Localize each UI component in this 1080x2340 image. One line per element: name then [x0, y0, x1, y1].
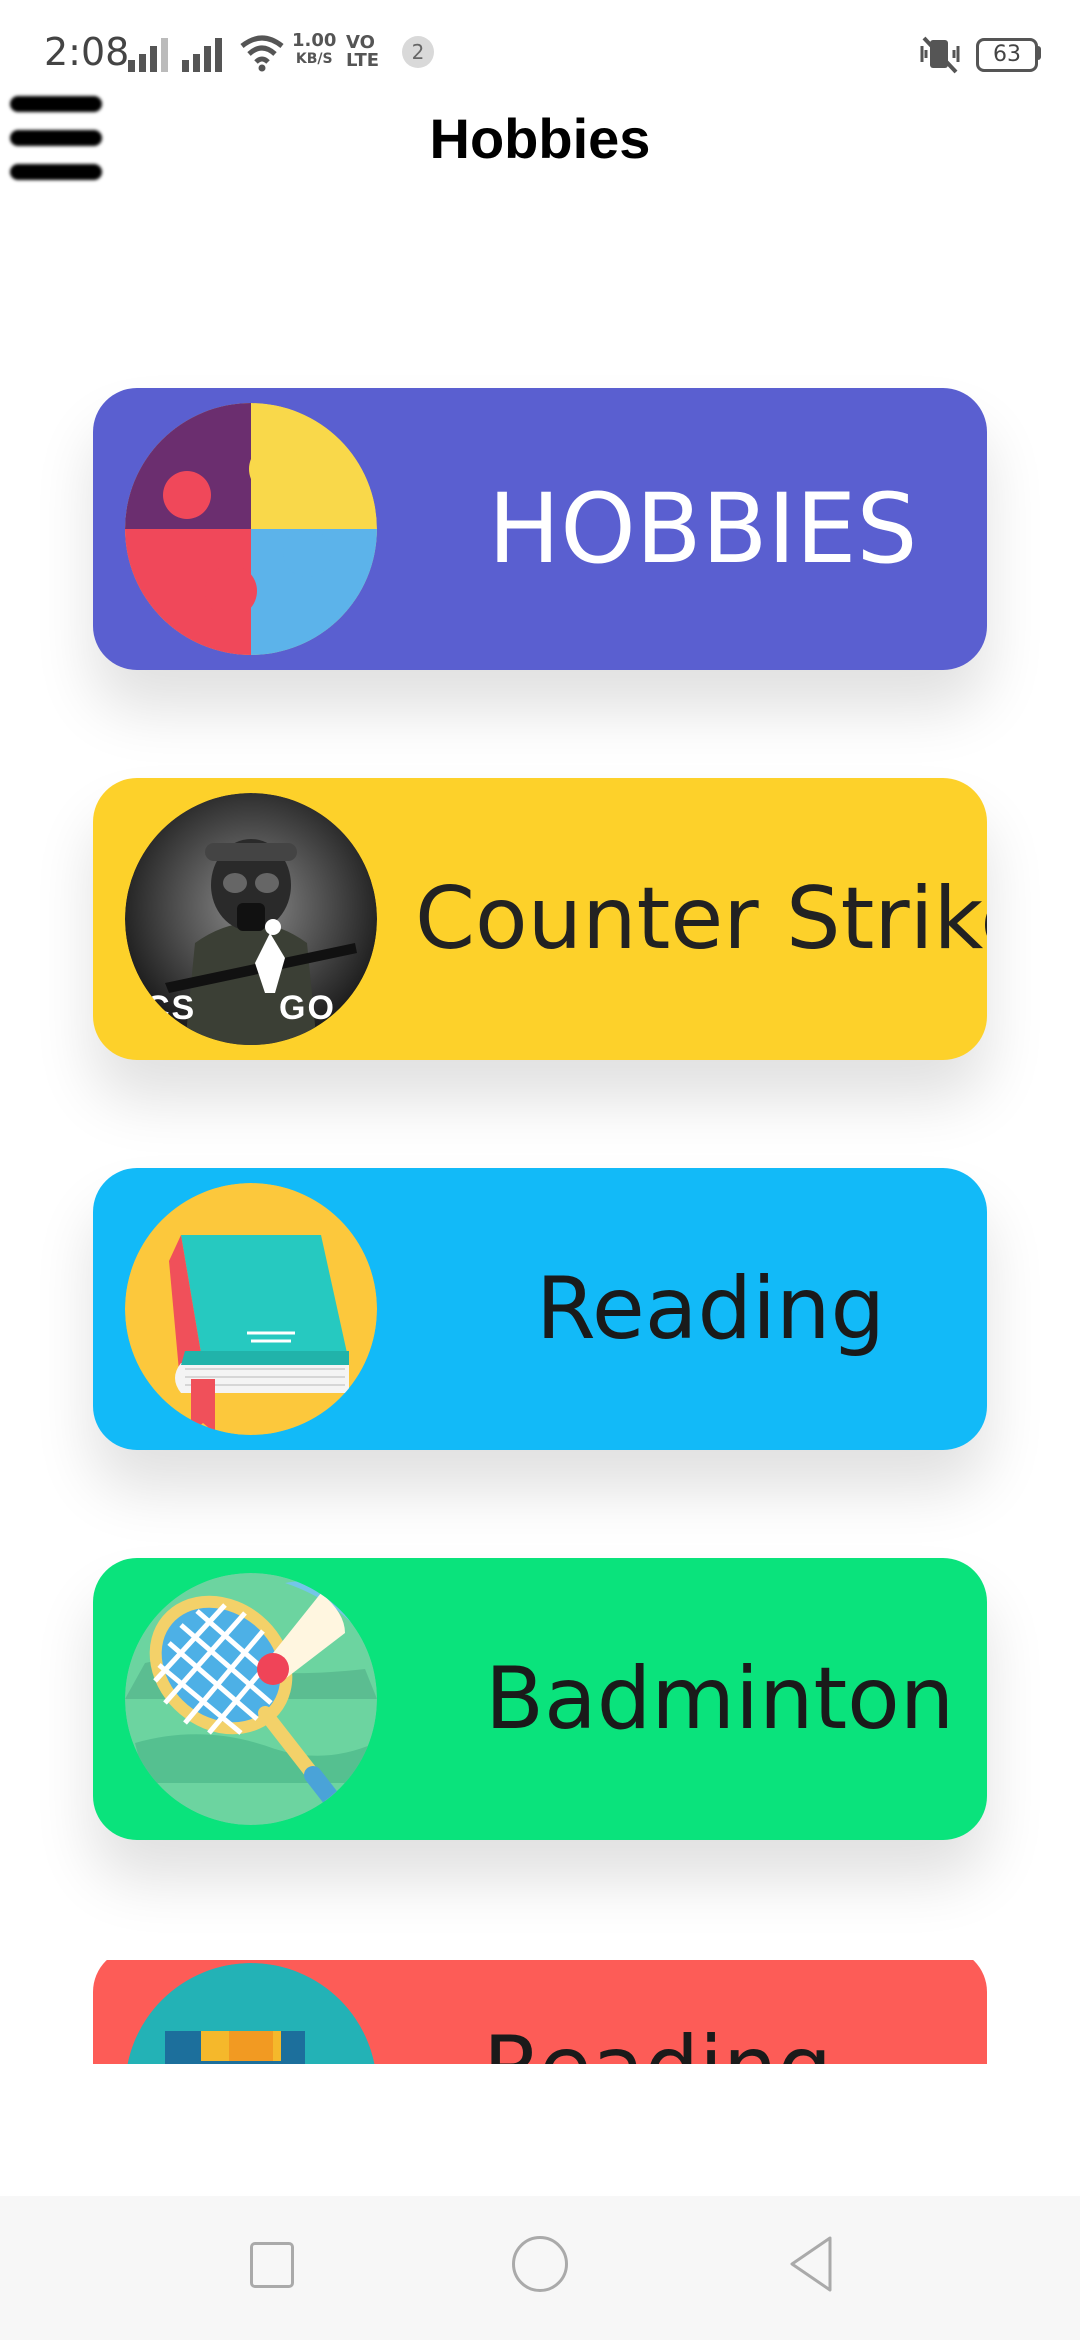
battery-icon: 63 — [976, 38, 1038, 72]
page-title: Hobbies — [429, 107, 651, 170]
book-icon — [125, 1183, 377, 1435]
page: 2:08 1.00 KB/S VO LTE 2 63 Hobbies HOBBI… — [0, 0, 1080, 2340]
wifi-icon — [240, 35, 284, 72]
card-label: Reading — [483, 2020, 832, 2064]
status-time: 2:08 — [44, 30, 130, 74]
recents-button[interactable] — [250, 2242, 294, 2288]
card-label: Counter Strike — [415, 869, 987, 969]
signal-icon-2 — [182, 38, 222, 72]
vibrate-mute-icon — [920, 36, 960, 74]
card-badminton[interactable]: Badminton — [93, 1558, 987, 1840]
volte-bottom: LTE — [346, 50, 380, 71]
csgo-soldier-icon: CS GO — [125, 793, 377, 1045]
card-label: HOBBIES — [488, 473, 918, 585]
puzzle-icon — [125, 403, 377, 655]
network-speed-value: 1.00 — [292, 30, 337, 51]
badminton-icon — [125, 1573, 377, 1825]
card-reading-2[interactable]: Reading — [93, 1960, 987, 2064]
back-button[interactable] — [786, 2234, 836, 2294]
home-button[interactable] — [512, 2236, 568, 2292]
card-counter-strike[interactable]: CS GO Counter Strike — [93, 778, 987, 1060]
card-label: Reading — [536, 1259, 886, 1359]
battery-tip — [1036, 46, 1041, 60]
film-icon — [125, 1963, 377, 2064]
clipped-list-viewport: Reading — [0, 1960, 1080, 2064]
network-speed-unit: KB/S — [295, 51, 333, 67]
card-reading[interactable]: Reading — [93, 1168, 987, 1450]
card-hobbies[interactable]: HOBBIES — [93, 388, 987, 670]
card-label: Badminton — [485, 1649, 955, 1749]
status-bar: 2:08 1.00 KB/S VO LTE 2 63 — [0, 0, 1080, 100]
csgo-logo-left: CS — [145, 989, 197, 1027]
system-nav-bar — [0, 2196, 1080, 2340]
csgo-logo-right: GO — [279, 989, 336, 1027]
volte-indicator: VO LTE — [346, 34, 379, 70]
network-speed: 1.00 KB/S — [292, 32, 336, 68]
notification-badge: 2 — [402, 36, 434, 68]
signal-icon — [128, 38, 168, 72]
